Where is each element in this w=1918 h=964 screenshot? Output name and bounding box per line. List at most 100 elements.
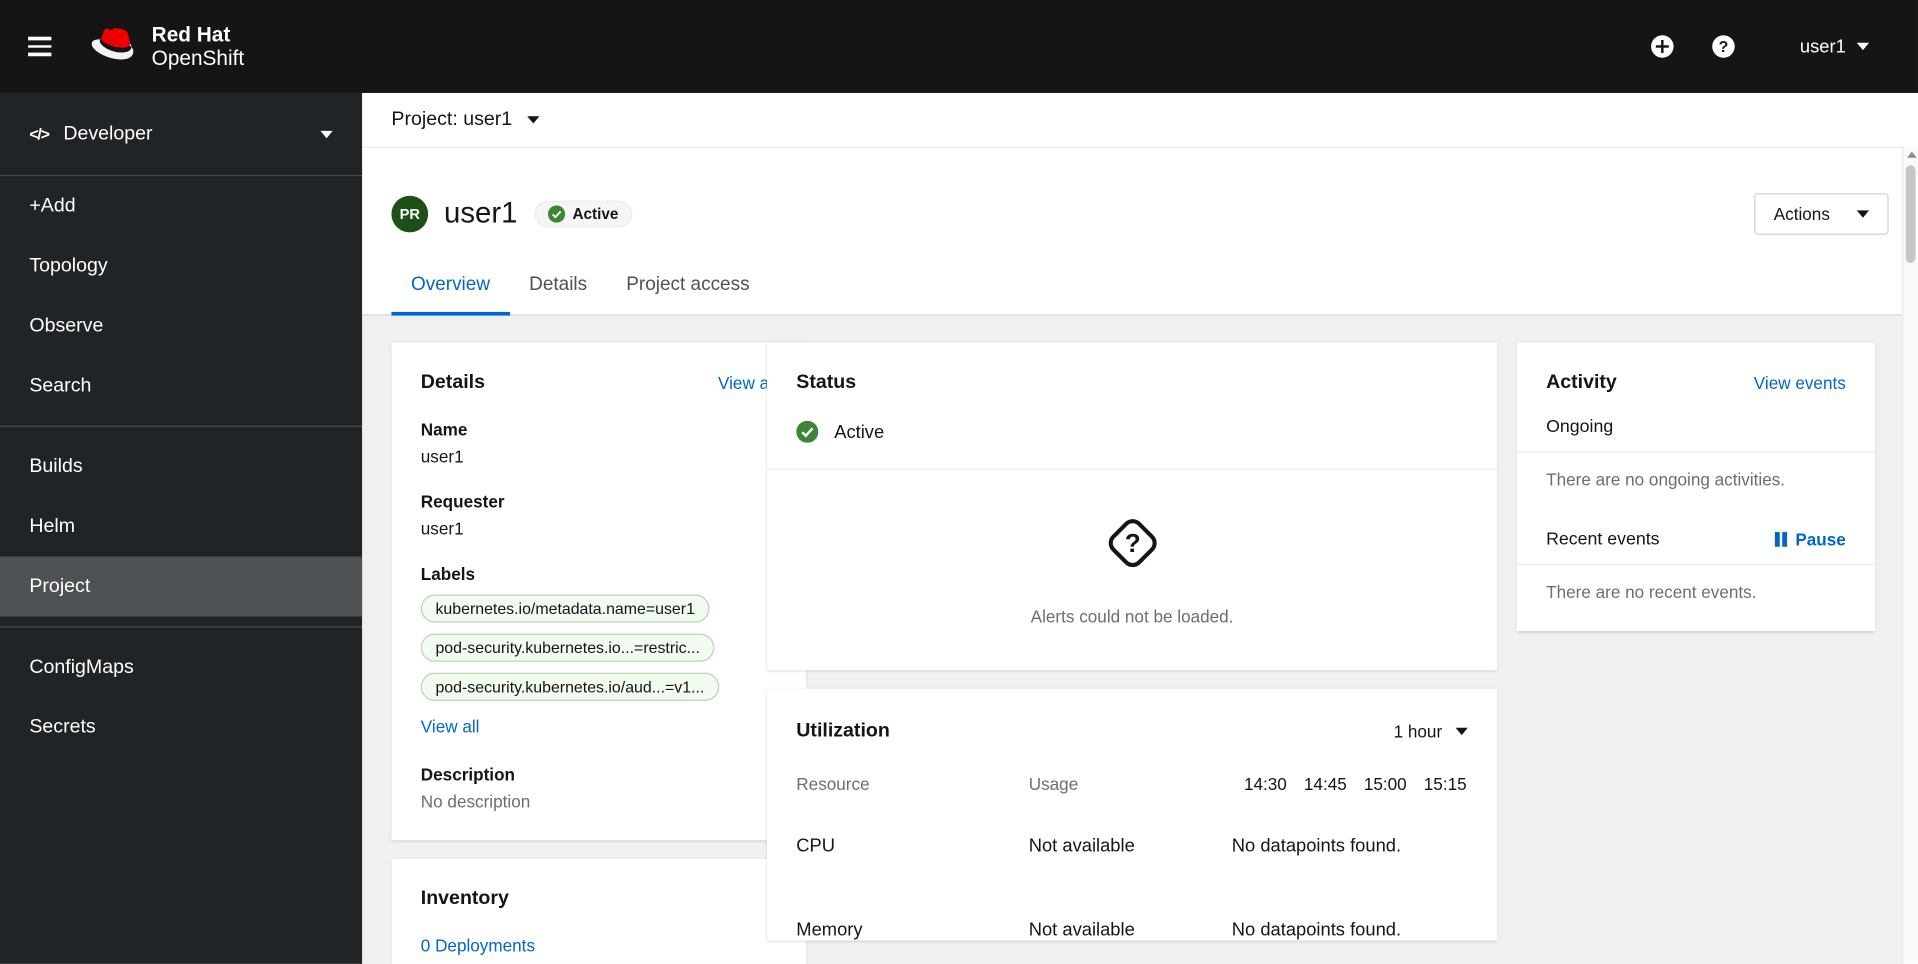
vertical-scrollbar[interactable] — [1902, 146, 1918, 964]
utilization-card-title: Utilization — [796, 720, 890, 742]
scroll-up-arrow[interactable] — [1903, 147, 1918, 163]
actions-dropdown[interactable]: Actions — [1754, 193, 1889, 235]
status-badge: Active — [534, 200, 632, 228]
resource-datapoints: No datapoints found. — [1231, 835, 1402, 857]
utilization-row-cpu: CPU Not available No datapoints found. — [767, 835, 1497, 856]
time-axis: 14:30 14:45 15:00 15:15 — [1243, 774, 1468, 794]
utilization-table-header: Resource Usage 14:30 14:45 15:00 15:15 — [767, 774, 1497, 794]
user-menu-label: user1 — [1799, 36, 1846, 57]
brand-text: Red Hat OpenShift — [152, 23, 244, 70]
check-circle-icon — [796, 420, 819, 443]
duration-dropdown[interactable]: 1 hour — [1393, 721, 1468, 742]
caret-down-icon — [1856, 210, 1870, 218]
utilization-row-memory: Memory Not available No datapoints found… — [767, 920, 1497, 941]
resource-column-header: Resource — [796, 774, 870, 794]
time-tick-label: 15:15 — [1423, 774, 1467, 794]
label-chip[interactable]: kubernetes.io/metadata.name=user1 — [420, 594, 710, 623]
description-value: No description — [420, 791, 531, 811]
plus-circle-icon — [1651, 35, 1675, 58]
labels-label: Labels — [420, 563, 476, 584]
sidebar-item-search[interactable]: Search — [0, 356, 362, 416]
masthead: Red Hat OpenShift ? user1 — [0, 0, 1918, 93]
inventory-card-title: Inventory — [420, 888, 509, 909]
perspective-switcher[interactable]: Developer — [0, 93, 363, 177]
name-label: Name — [420, 419, 468, 440]
status-card-title: Status — [796, 371, 857, 393]
svg-text:?: ? — [1719, 39, 1729, 56]
description-label: Description — [420, 764, 515, 785]
caret-down-icon — [1455, 727, 1468, 736]
details-card: Details View all Name user1 Requester us… — [391, 342, 807, 841]
actions-label: Actions — [1773, 204, 1830, 224]
label-chip[interactable]: pod-security.kubernetes.io...=restric... — [420, 633, 715, 662]
unknown-status-icon: ? — [1108, 519, 1157, 568]
tabs: Overview Details Project access — [362, 262, 1918, 316]
time-tick-label: 15:00 — [1363, 774, 1407, 794]
masthead-utilities: ? user1 — [1651, 34, 1918, 58]
sidebar-item-topology[interactable]: Topology — [0, 236, 362, 296]
main-content: Project: user1 PR user1 Active Actions O… — [362, 92, 1918, 964]
tab-label: Details — [529, 273, 588, 295]
alerts-empty-state: ? Alerts could not be loaded. — [767, 470, 1497, 671]
labels-view-all-link[interactable]: View all — [421, 717, 480, 737]
status-badge-label: Active — [572, 205, 619, 223]
caret-down-icon — [526, 116, 540, 124]
divider — [0, 626, 363, 628]
labels-list: kubernetes.io/metadata.name=user1 pod-se… — [420, 594, 777, 701]
caret-down-icon — [320, 130, 333, 138]
deployments-link[interactable]: 0 Deployments — [421, 936, 535, 956]
scrollbar-thumb[interactable] — [1905, 165, 1916, 263]
requester-label: Requester — [420, 491, 505, 512]
usage-column-header: Usage — [1028, 774, 1079, 794]
resource-name: CPU — [796, 835, 836, 857]
alerts-message: Alerts could not be loaded. — [1030, 606, 1234, 627]
redhat-hat-icon — [91, 27, 134, 59]
svg-text:?: ? — [1124, 528, 1140, 558]
label-chip[interactable]: pod-security.kubernetes.io/aud...=v1... — [420, 672, 720, 701]
pause-label: Pause — [1795, 529, 1846, 550]
project-resource-badge: PR — [391, 195, 429, 233]
status-state: Active — [834, 421, 885, 443]
pause-icon — [1775, 532, 1787, 547]
activity-card: Activity View events Ongoing There are n… — [1516, 342, 1876, 632]
tab-label: Project access — [626, 273, 750, 295]
sidebar-group-main: +Add Topology Observe Search — [0, 176, 362, 416]
quick-create-button[interactable] — [1651, 34, 1675, 58]
sidebar-item-helm[interactable]: Helm — [0, 497, 362, 557]
resource-datapoints: No datapoints found. — [1231, 919, 1402, 941]
sidebar-item-secrets[interactable]: Secrets — [0, 697, 362, 757]
tab-details[interactable]: Details — [510, 262, 607, 315]
duration-label: 1 hour — [1393, 721, 1443, 742]
project-selector[interactable]: Project: user1 — [391, 108, 540, 131]
tab-overview[interactable]: Overview — [391, 262, 510, 316]
user-menu[interactable]: user1 — [1799, 36, 1870, 57]
project-selector-label: Project: user1 — [391, 108, 513, 130]
sidebar: Developer +Add Topology Observe Search B… — [0, 92, 363, 964]
help-button[interactable]: ? — [1712, 34, 1736, 58]
sidebar-item-observe[interactable]: Observe — [0, 296, 362, 356]
sidebar-item-project[interactable]: Project — [0, 556, 363, 617]
requester-value: user1 — [420, 518, 464, 539]
code-icon — [29, 125, 48, 143]
time-tick-label: 14:30 — [1243, 774, 1287, 794]
check-circle-icon — [548, 205, 566, 223]
nav-toggle-button[interactable] — [0, 0, 78, 93]
sidebar-item-builds[interactable]: Builds — [0, 437, 362, 497]
sidebar-group-config: ConfigMaps Secrets — [0, 637, 362, 757]
caret-down-icon — [1856, 42, 1870, 51]
ongoing-empty-message: There are no ongoing activities. — [1546, 469, 1786, 490]
tab-project-access[interactable]: Project access — [607, 262, 769, 315]
project-bar: Project: user1 — [362, 92, 1918, 149]
view-events-link[interactable]: View events — [1754, 373, 1846, 393]
divider — [0, 425, 363, 427]
brand-line2: OpenShift — [151, 46, 245, 70]
details-card-title: Details — [420, 371, 485, 393]
hamburger-icon — [27, 37, 51, 41]
resource-usage: Not available — [1028, 835, 1135, 857]
title-row: PR user1 Active Actions — [362, 148, 1918, 262]
sidebar-item-add[interactable]: +Add — [0, 176, 362, 236]
sidebar-group-resources: Builds Helm Project — [0, 437, 363, 617]
pause-events-button[interactable]: Pause — [1775, 529, 1846, 550]
sidebar-item-configmaps[interactable]: ConfigMaps — [0, 637, 362, 697]
brand-logo: Red Hat OpenShift — [91, 23, 244, 70]
